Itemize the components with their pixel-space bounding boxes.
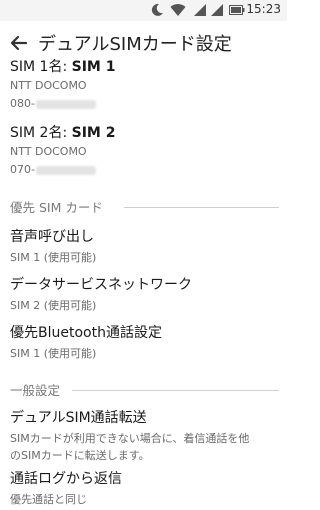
voice-call-item[interactable]: 音声呼び出し SIM 1 (使用可能) xyxy=(10,226,280,265)
section-header-general: 一般設定 xyxy=(10,383,61,398)
section-divider xyxy=(72,390,279,391)
back-arrow-icon[interactable] xyxy=(6,30,32,56)
section-header-preferred-sim: 優先 SIM カード xyxy=(10,200,103,215)
section-divider xyxy=(124,207,279,208)
sim2-item[interactable]: SIM 2名: SIM 2 NTT DOCOMO 070- xyxy=(10,122,280,176)
item-title: デュアルSIM通話転送 xyxy=(10,410,147,426)
data-network-item[interactable]: データサービスネットワーク SIM 2 (使用可能) xyxy=(10,274,280,313)
status-bar: 15:23 xyxy=(0,0,287,21)
reply-from-call-log-item[interactable]: 通話ログから返信 優先通話と同じ xyxy=(10,468,280,507)
status-time: 15:23 xyxy=(246,2,281,16)
sim1-number: 080- xyxy=(10,97,280,110)
wifi-icon xyxy=(170,4,186,17)
item-summary: SIM 1 (使用可能) xyxy=(10,251,97,264)
redacted-number xyxy=(35,99,96,109)
bluetooth-call-item[interactable]: 優先Bluetooth通話設定 SIM 1 (使用可能) xyxy=(10,322,280,361)
item-summary: SIM 1 (使用可能) xyxy=(10,347,97,360)
dual-sim-forwarding-item[interactable]: デュアルSIM通話転送 SIMカードが利用できない場合に、着信通話を他 のSIM… xyxy=(10,407,280,463)
item-title: 優先Bluetooth通話設定 xyxy=(10,325,162,341)
item-summary: 優先通話と同じ xyxy=(10,493,87,506)
sim2-carrier: NTT DOCOMO xyxy=(10,145,87,158)
signal-icon xyxy=(211,4,223,16)
page-title: デュアルSIMカード設定 xyxy=(38,34,232,55)
item-summary: SIM 2 (使用可能) xyxy=(10,299,97,312)
redacted-number xyxy=(35,165,96,175)
sim2-name: SIM 2名: SIM 2 xyxy=(10,125,116,141)
item-title: 通話ログから返信 xyxy=(10,471,122,487)
item-title: 音声呼び出し xyxy=(10,229,94,245)
sim1-carrier: NTT DOCOMO xyxy=(10,79,87,92)
sim2-number: 070- xyxy=(10,163,280,176)
item-title: データサービスネットワーク xyxy=(10,277,192,293)
item-summary-line2: のSIMカードに転送します。 xyxy=(10,449,150,462)
sim1-item[interactable]: SIM 1名: SIM 1 NTT DOCOMO 080- xyxy=(10,56,280,110)
sim1-name: SIM 1名: SIM 1 xyxy=(10,59,116,75)
item-summary-line1: SIMカードが利用できない場合に、着信通話を他 xyxy=(10,432,250,445)
moon-icon xyxy=(151,3,163,16)
battery-icon xyxy=(229,5,245,15)
signal-icon xyxy=(194,4,206,16)
settings-list[interactable]: SIM 1名: SIM 1 NTT DOCOMO 080- SIM 2名: SI… xyxy=(0,54,287,510)
